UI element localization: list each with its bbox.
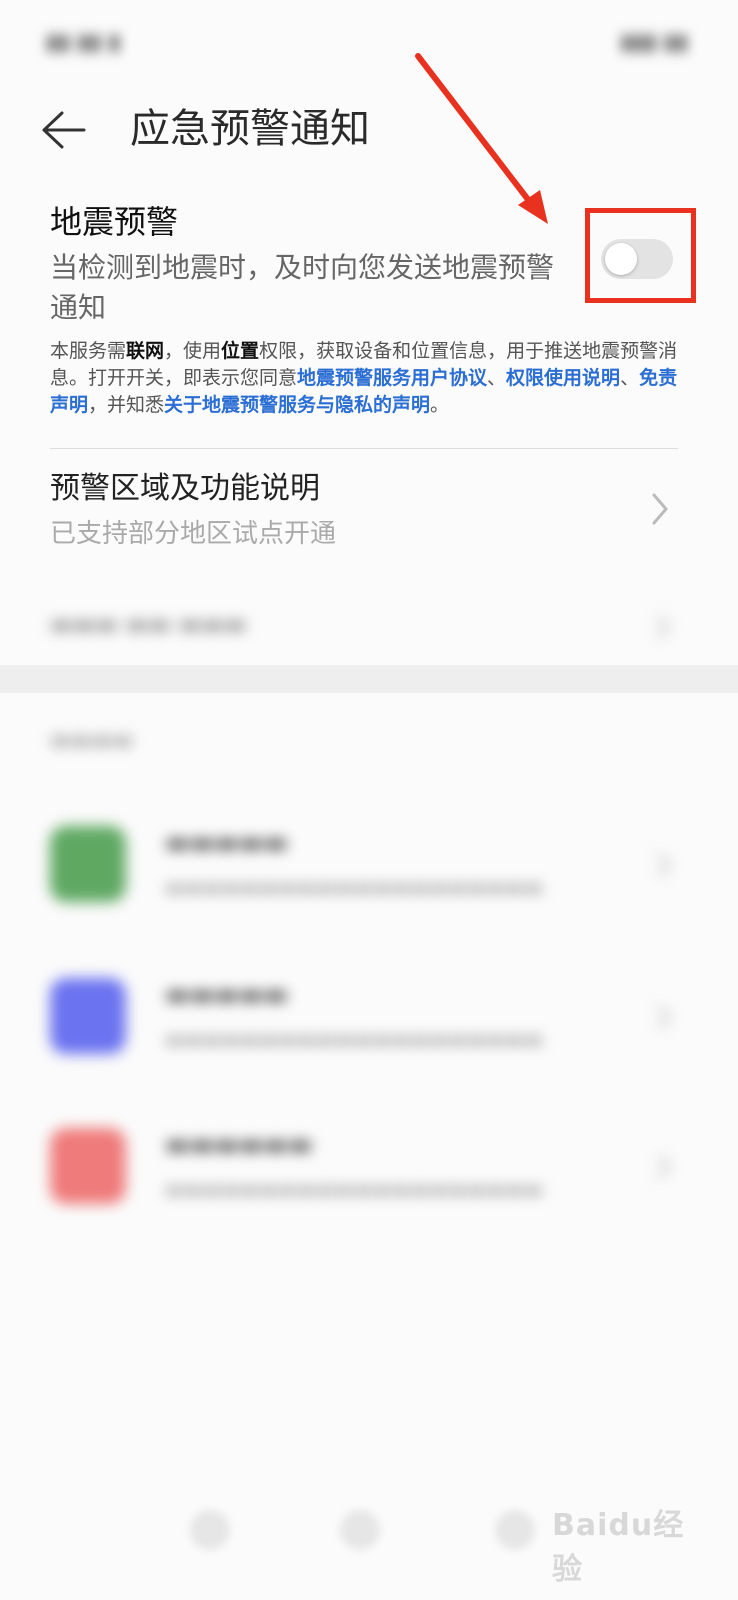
blurred-row-label: ▬▬▬ ▬▬ ▬▬▬ [50,610,247,638]
blurred-list-subtitle: ▬▬▬▬▬▬▬▬▬▬▬▬▬▬▬▬▬▬▬▬ [165,875,543,899]
privacy-statement-link[interactable]: 关于地震预警服务与隐私的声明 [164,394,430,416]
back-arrow-icon [42,111,86,149]
chevron-right-icon [657,1154,672,1180]
user-agreement-link[interactable]: 地震预警服务用户协议 [297,367,487,389]
notice-separator: 、 [487,367,507,389]
notice-text: 。 [430,394,450,416]
notice-separator: 、 [620,367,640,389]
red-app-icon[interactable] [50,1128,126,1204]
page-title: 应急预警通知 [130,106,370,152]
back-button[interactable] [40,100,104,160]
status-bar-right: ▮▮▮ ▮▮ [620,30,688,55]
nav-home-button[interactable] [340,1510,380,1550]
blurred-list-title: ▬▬▬▬▬ [165,980,288,1010]
notice-bold-network: 联网 [126,340,165,362]
blurred-list-title: ▬▬▬▬▬ [165,828,288,858]
chevron-right-icon [652,493,668,525]
region-info-subtitle: 已支持部分地区试点开通 [50,519,337,549]
blurred-list-subtitle: ▬▬▬▬▬▬▬▬▬▬▬▬▬▬▬▬▬▬▬▬ [165,1027,543,1051]
earthquake-service-notice: 本服务需联网，使用位置权限，获取设备和位置信息，用于推送地震预警消息。打开开关，… [50,338,680,419]
section-separator-band [0,665,738,693]
blurred-list-subtitle: ▬▬▬▬▬▬▬▬▬▬▬▬▬▬▬▬▬▬▬▬ [165,1177,543,1201]
notice-text: 本服务需 [50,340,127,362]
chevron-right-icon [657,852,672,878]
notice-bold-location: 位置 [221,340,260,362]
nav-recents-button[interactable] [495,1510,535,1550]
status-bar-left: ▮▮ ▮▮ ▮ [46,30,121,55]
permission-usage-link[interactable]: 权限使用说明 [506,367,620,389]
blurred-section-header: ▬▬▬▬ [50,728,134,753]
earthquake-warning-title: 地震预警 [50,203,179,241]
region-info-title: 预警区域及功能说明 [50,471,320,506]
nav-back-button[interactable] [190,1510,230,1550]
blue-app-icon[interactable] [50,978,126,1054]
annotation-highlight-box [585,208,696,303]
blurred-list-title: ▬▬▬▬▬▬ [165,1130,313,1160]
divider [50,448,678,449]
notice-text: ，并知悉 [88,394,165,416]
chevron-right-icon [657,1004,672,1030]
baidu-watermark: Baidu经验 [552,1508,685,1587]
chevron-right-icon [656,614,671,640]
earthquake-warning-description: 当检测到地震时，及时向您发送地震预警通知 [50,251,555,324]
green-app-icon[interactable] [50,826,126,902]
notice-text: ，使用 [164,340,222,362]
